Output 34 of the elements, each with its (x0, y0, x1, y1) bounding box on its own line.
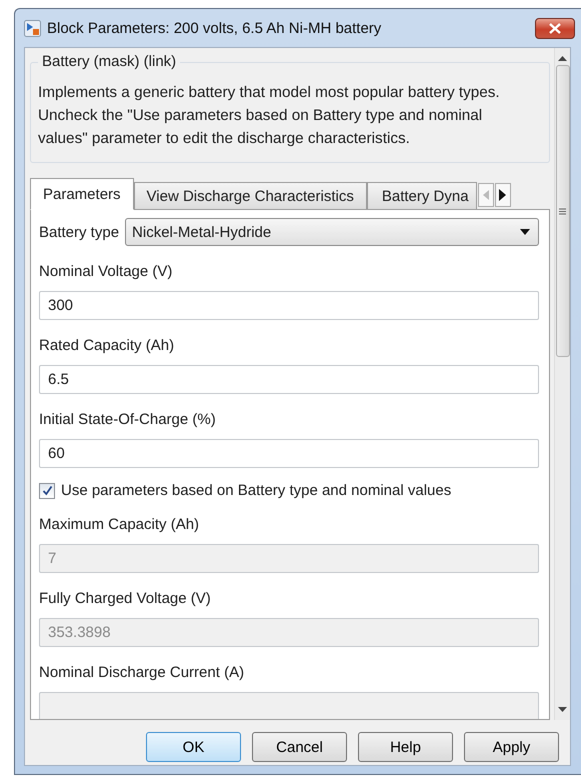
tab[interactable]: Parameters (30, 178, 134, 210)
dialog-button[interactable]: Apply (464, 732, 559, 762)
right-arrow-icon (499, 189, 506, 201)
input-field[interactable]: 300 (39, 291, 539, 320)
scroll-down-icon[interactable] (558, 707, 567, 712)
dialog-button[interactable]: OK (146, 732, 241, 762)
dialog-button[interactable]: Cancel (252, 732, 347, 762)
group-title: Battery (mask) (link) (38, 53, 180, 70)
caret-icon (520, 229, 530, 235)
window-title: Block Parameters: 200 volts, 6.5 Ah Ni-MH battery (47, 20, 382, 36)
grip-icon (559, 208, 566, 214)
input-field[interactable]: 6.5 (39, 365, 539, 394)
field-label: Maximum Capacity (Ah) (39, 516, 200, 533)
field-label: Initial State-Of-Charge (%) (39, 411, 217, 428)
field-label: Fully Charged Voltage (V) (39, 590, 212, 607)
block-icon (24, 20, 41, 36)
field-label: Nominal Discharge Current (A) (39, 664, 246, 681)
input-field[interactable]: 60 (39, 439, 539, 468)
scroll-up-icon[interactable] (558, 56, 567, 61)
scroll-right-button[interactable] (494, 183, 511, 207)
checkbox-label: Use parameters based on Battery type and nominal values (61, 482, 452, 499)
left-arrow-icon (482, 190, 489, 200)
scrollbar[interactable] (554, 48, 570, 720)
close-button[interactable] (535, 18, 575, 38)
field-label: Nominal Voltage (V) (39, 263, 174, 280)
close-icon (549, 22, 561, 34)
dialog-button[interactable]: Help (358, 732, 453, 762)
checkbox[interactable] (39, 482, 55, 498)
dropdown[interactable]: Nickel-Metal-Hydride (125, 218, 539, 246)
field-label: Battery type (39, 224, 120, 240)
tab[interactable]: View Discharge Characteristics (134, 182, 367, 210)
tab[interactable]: Battery Dyna (366, 182, 477, 210)
field-label: Rated Capacity (Ah) (39, 337, 176, 354)
description-text: Implements a generic battery that model most popular battery types. Uncheck the "Use parameters based on Battery type and nominal values" parameter to edit the discharge characteristics. (38, 83, 501, 149)
